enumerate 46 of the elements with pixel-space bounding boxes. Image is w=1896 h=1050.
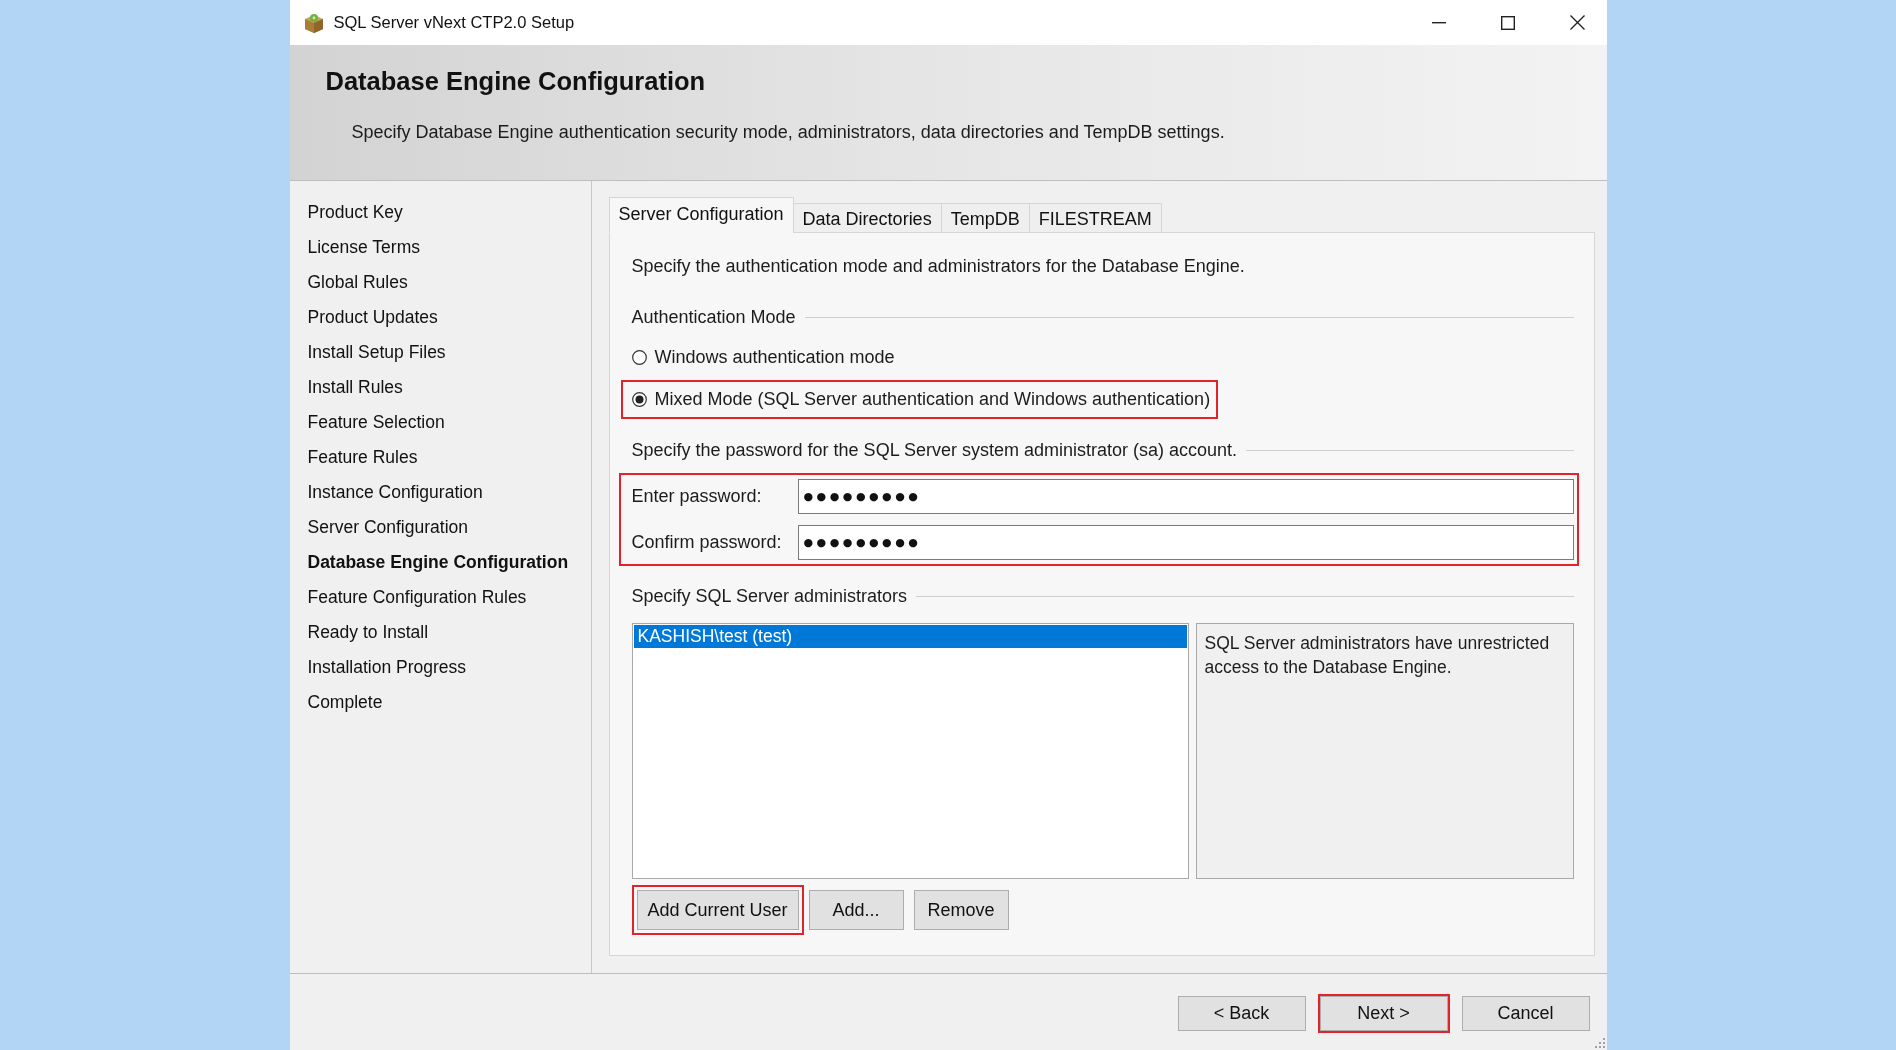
maximize-icon[interactable] <box>1500 15 1515 30</box>
page-title: Database Engine Configuration <box>325 66 707 97</box>
step-item: Database Engine Configuration <box>307 551 569 574</box>
password-field[interactable]: ●●●●●●●●● <box>797 479 1574 514</box>
step-item: Install Setup Files <box>307 341 446 364</box>
step-item: Instance Configuration <box>307 481 483 504</box>
step-item: Complete <box>307 691 383 714</box>
step-item: Product Key <box>307 201 403 224</box>
info-text: SQL Server administrators have unrestricted access to the Database Engine. <box>1204 632 1551 679</box>
step-item: Global Rules <box>307 271 408 294</box>
action-button[interactable]: Add... <box>808 890 904 930</box>
page-description: Specify Database Engine authentication security mode, administrators, data directories and TempDB settings. <box>351 121 1226 143</box>
tab[interactable]: FILESTREAM <box>1028 203 1162 233</box>
nav-button[interactable]: Next > <box>1319 996 1448 1031</box>
step-item: Server Configuration <box>307 516 468 539</box>
minimize-icon[interactable] <box>1431 21 1446 24</box>
step-item: Ready to Install <box>307 621 429 644</box>
list-item[interactable]: KASHISH\test (test) <box>633 625 1187 648</box>
step-item: Feature Selection <box>307 411 445 434</box>
nav-button[interactable]: < Back <box>1177 996 1306 1031</box>
field-label: Confirm password: <box>631 532 783 553</box>
step-item: Feature Rules <box>307 446 418 469</box>
step-item: Product Updates <box>307 306 438 329</box>
box-icon <box>302 11 325 34</box>
group-heading: Specify the password for the SQL Server system administrator (sa) account. <box>631 440 1238 460</box>
tab[interactable]: Server Configuration <box>608 197 794 233</box>
group-heading: Authentication Mode <box>631 307 796 327</box>
tab[interactable]: Data Directories <box>792 203 942 233</box>
nav-button[interactable]: Cancel <box>1461 996 1590 1031</box>
password-field[interactable]: ●●●●●●●●● <box>797 525 1574 560</box>
step-item: License Terms <box>307 236 420 259</box>
resize-grip-icon[interactable] <box>1594 1038 1605 1048</box>
step-item: Install Rules <box>307 376 403 399</box>
window-title: SQL Server vNext CTP2.0 Setup <box>333 13 575 32</box>
radio-icon[interactable] <box>631 392 647 407</box>
action-button[interactable]: Add Current User <box>636 890 799 930</box>
step-item: Installation Progress <box>307 656 467 679</box>
step-item: Feature Configuration Rules <box>307 586 527 609</box>
group-heading: Specify SQL Server administrators <box>631 586 907 606</box>
action-button[interactable]: Remove <box>913 890 1009 930</box>
radio-icon[interactable] <box>631 350 647 365</box>
option-label[interactable]: Windows authentication mode <box>654 347 895 368</box>
field-label: Enter password: <box>631 486 763 507</box>
close-icon[interactable] <box>1569 15 1585 30</box>
option-label[interactable]: Mixed Mode (SQL Server authentication and Windows authentication) <box>654 389 1211 410</box>
instruction-text: Specify the authentication mode and administrators for the Database Engine. <box>631 256 1246 276</box>
